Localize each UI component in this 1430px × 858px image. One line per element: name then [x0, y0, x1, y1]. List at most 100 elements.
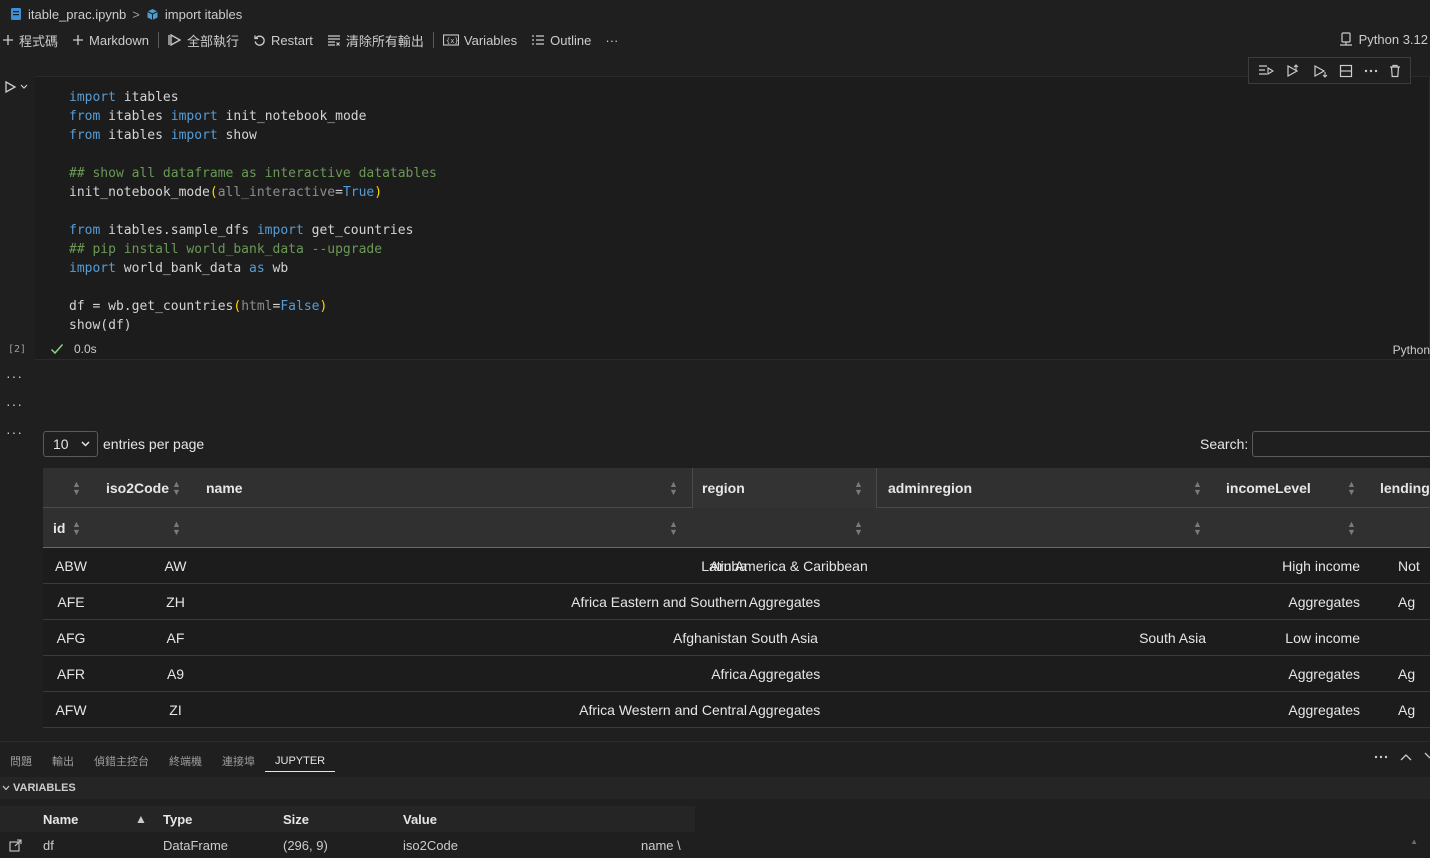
sort-icon[interactable]: ▲ ▼ [1347, 520, 1356, 537]
run-by-line-icon[interactable] [1258, 64, 1275, 78]
split-cell-icon[interactable] [1339, 64, 1353, 78]
code-line-2: from itables import init_notebook_mode [69, 109, 367, 124]
sort-icon[interactable]: ▲ ▼ [854, 480, 863, 497]
execute-above-icon[interactable] [1285, 63, 1301, 78]
code-line-13: show(df) [69, 318, 132, 333]
sort-ascending-icon[interactable]: ▲ [135, 806, 147, 832]
header-incomelevel[interactable]: incomeLevel [1226, 468, 1311, 507]
header-region[interactable]: region [702, 468, 745, 507]
more-icon[interactable] [1374, 755, 1388, 759]
table-header-row: ▲ ▼ iso2Code ▲ ▼ name ▲ ▼ region ▲ ▼ adminre… [43, 468, 1430, 508]
header-lending[interactable]: lending [1380, 468, 1430, 507]
entries-label: entries per page [103, 436, 205, 452]
breadcrumb-separator: > [132, 6, 140, 22]
variable-value: iso2Code [403, 837, 458, 853]
table-row[interactable]: AFE ZH Africa Eastern and Southern Aggregat… [43, 584, 1430, 620]
cell-region: South Asia [751, 629, 818, 646]
entries-select-value: 10 [53, 436, 69, 452]
chevron-down-icon [2, 784, 10, 792]
tab-problems[interactable]: 問題 [0, 750, 42, 772]
add-code-label: 程式碼 [19, 33, 59, 49]
sort-icon[interactable]: ▲ ▼ [172, 520, 181, 537]
sort-icon[interactable]: ▲ ▼ [669, 480, 678, 497]
tab-ports[interactable]: 連接埠 [212, 750, 265, 772]
open-data-viewer-icon[interactable] [9, 832, 22, 858]
cell-id: AFW [55, 701, 87, 718]
run-all-button[interactable]: 全部執行 [161, 29, 246, 51]
variables-section-header[interactable]: VARIABLES [0, 777, 1430, 799]
column-type[interactable]: Type [163, 806, 192, 832]
tab-output[interactable]: 輸出 [42, 750, 84, 772]
sort-icon[interactable]: ▲ ▼ [72, 480, 81, 497]
check-icon [50, 343, 64, 355]
column-value[interactable]: Value [403, 806, 437, 832]
scrollbar-up-arrow[interactable]: ▲ [1410, 837, 1418, 846]
more-actions-button[interactable]: ··· [598, 29, 625, 51]
panel-actions [1374, 752, 1430, 762]
outline-button[interactable]: Outline [524, 29, 598, 51]
restart-button[interactable]: Restart [246, 29, 320, 51]
entries-select[interactable]: 10 [43, 431, 98, 457]
execute-below-icon[interactable] [1312, 64, 1328, 78]
column-size[interactable]: Size [283, 806, 309, 832]
tab-terminal[interactable]: 終端機 [159, 750, 212, 772]
add-markdown-cell-button[interactable]: Markdown [65, 29, 156, 51]
output-more-button[interactable]: ··· [6, 396, 23, 412]
table-row[interactable]: AFW ZI Africa Western and Central Aggregate… [43, 692, 1430, 728]
add-markdown-label: Markdown [89, 32, 149, 48]
output-more-button[interactable]: ··· [6, 368, 23, 384]
header-adminregion[interactable]: adminregion [888, 468, 972, 507]
tab-jupyter[interactable]: JUPYTER [265, 750, 336, 772]
kernel-picker[interactable]: Python 3.12 [1339, 28, 1430, 50]
cell-lending: Not [1398, 557, 1420, 574]
sort-icon[interactable]: ▲ ▼ [1193, 520, 1202, 537]
code-line-1: import itables [69, 90, 179, 105]
sort-icon[interactable]: ▲ ▼ [854, 520, 863, 537]
header-iso2code[interactable]: iso2Code [106, 468, 169, 507]
code-line-10: import world_bank_data as wb [69, 261, 289, 276]
panel-tabs: 問題 輸出 偵錯主控台 終端機 連接埠 JUPYTER [0, 750, 336, 772]
code-editor[interactable]: import itables from itables import init_… [69, 88, 437, 335]
tab-debug-console[interactable]: 偵錯主控台 [84, 750, 159, 772]
cell-language[interactable]: Python [1393, 343, 1430, 357]
chevron-down-icon[interactable] [20, 84, 28, 90]
code-line-6: init_notebook_mode(all_interactive=True) [69, 185, 383, 200]
clear-outputs-button[interactable]: 清除所有輸出 [320, 29, 431, 51]
sort-icon[interactable]: ▲ ▼ [172, 480, 181, 497]
plus-icon [72, 34, 84, 46]
header-name[interactable]: name [206, 468, 243, 507]
sort-icon[interactable]: ▲ ▼ [669, 520, 678, 537]
sort-icon[interactable]: ▲ ▼ [1193, 480, 1202, 497]
cell-region: Aggregates [748, 665, 821, 682]
breadcrumb-file[interactable]: itable_prac.ipynb [28, 7, 126, 22]
trash-icon[interactable] [1389, 64, 1401, 78]
table-row[interactable]: ABW AW Aruba Latin America & Caribbean High … [43, 548, 1430, 584]
bottom-panel: 問題 輸出 偵錯主控台 終端機 連接埠 JUPYTER VARIABLES Na… [0, 741, 1430, 858]
variable-row[interactable]: df DataFrame (296, 9) iso2Code name \ [0, 832, 695, 858]
code-line-9: ## pip install world_bank_data --upgrade [69, 242, 383, 257]
more-icon[interactable] [1364, 69, 1378, 73]
breadcrumb: itable_prac.ipynb > import itables [0, 0, 1430, 28]
sort-icon[interactable]: ▲ ▼ [72, 520, 81, 537]
code-line-8: from itables.sample_dfs import get_count… [69, 223, 414, 238]
sort-icon[interactable]: ▲ ▼ [1347, 480, 1356, 497]
search-input[interactable] [1252, 431, 1430, 457]
close-icon[interactable] [1424, 752, 1430, 762]
column-name[interactable]: Name [43, 806, 78, 832]
outline-label: Outline [550, 32, 592, 48]
table-row[interactable]: AFR A9 Africa Aggregates Aggregates Ag [43, 656, 1430, 692]
cell-incomelevel: High income [1282, 557, 1360, 574]
run-all-icon [168, 33, 182, 47]
cell-iso2code: AF [166, 629, 185, 646]
clear-outputs-label: 清除所有輸出 [345, 33, 424, 49]
variables-button[interactable]: {x} Variables [436, 29, 524, 51]
execution-time: 0.0s [74, 342, 97, 356]
outline-icon [531, 34, 545, 46]
run-cell-button[interactable] [3, 80, 28, 94]
breadcrumb-section[interactable]: import itables [165, 7, 242, 22]
add-code-cell-button[interactable]: 程式碼 [0, 29, 65, 51]
table-row[interactable]: AFG AF Afghanistan South Asia South Asia Low … [43, 620, 1430, 656]
output-more-button[interactable]: ··· [6, 424, 23, 440]
header-id[interactable]: id [53, 508, 65, 547]
chevron-up-icon[interactable] [1400, 753, 1412, 761]
